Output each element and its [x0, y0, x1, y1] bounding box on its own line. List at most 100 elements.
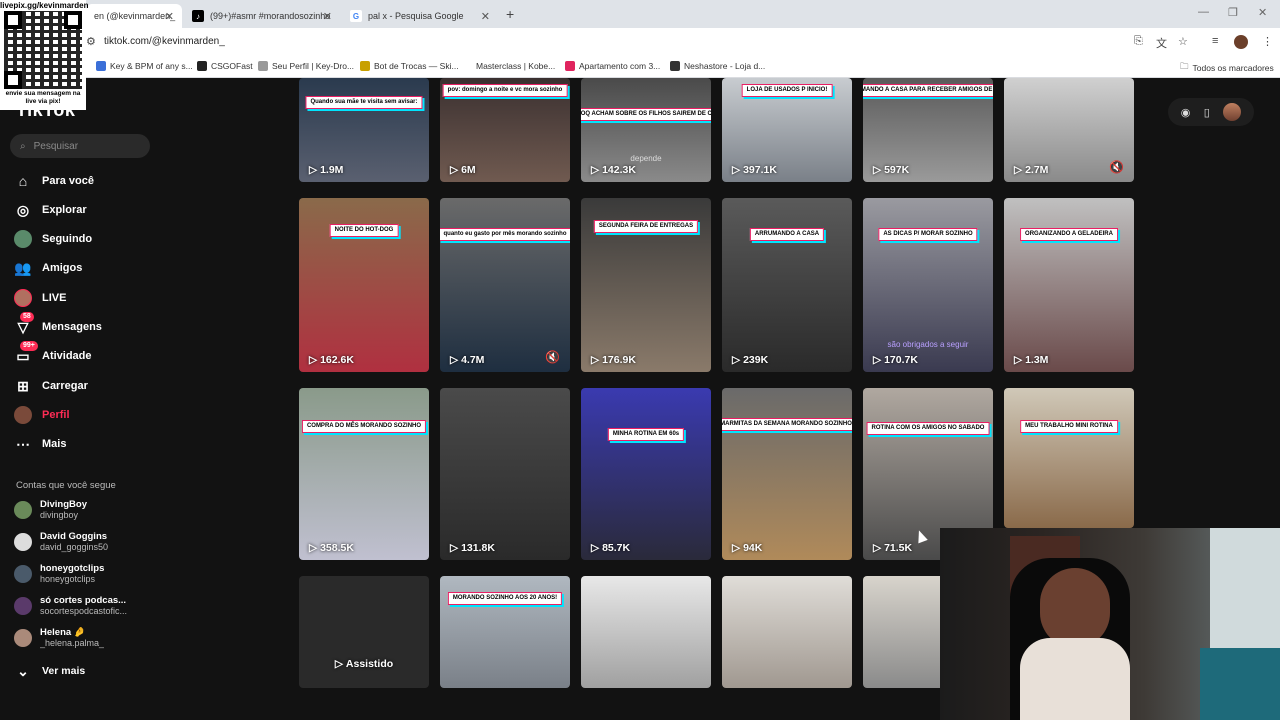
view-count: ▷ 71.5K [873, 542, 913, 554]
view-count: ▷ 2.7M [1014, 164, 1049, 176]
friends-icon: 👥 [14, 259, 32, 276]
nav-atividade[interactable]: ▭ 99+ Atividade [14, 341, 154, 365]
video-caption: MEU TRABALHO MINI ROTINA [1020, 420, 1118, 433]
video-tile[interactable]: MINHA ROTINA EM 60s ▷ 85.7K [581, 388, 711, 560]
site-info-icon[interactable]: ⚙ [86, 35, 96, 48]
play-icon: ▷ [732, 164, 741, 176]
mute-icon[interactable]: 🔇 [545, 350, 560, 364]
nav-para-voce[interactable]: ⌂ Para você [14, 172, 154, 190]
video-tile[interactable]: ▷ Assistido [299, 576, 429, 688]
account-item[interactable]: honeygotclips honeygotclips [14, 563, 154, 585]
bookmark[interactable]: Bot de Trocas — Ski... [360, 61, 459, 71]
play-icon: ▷ [309, 542, 318, 554]
qr-caption: envie sua mensagem na live via pix! [5, 90, 81, 105]
video-tile[interactable]: PAIS, OQ ACHAM SOBRE OS FILHOS SAIREM DE… [581, 78, 711, 182]
browser-profile-avatar[interactable] [1234, 35, 1248, 49]
cast-icon[interactable]: ⎘ [1134, 35, 1143, 48]
messages-badge: 58 [20, 312, 34, 322]
nav-seguindo[interactable]: Seguindo [14, 230, 154, 248]
search-input[interactable]: ⌕ Pesquisar [10, 134, 150, 158]
bookmark[interactable]: CSGOFast [197, 61, 253, 71]
bookmark[interactable]: Apartamento com 3... [565, 61, 660, 71]
bookmark[interactable]: Key & BPM of any s... [96, 61, 193, 71]
view-count: ▷ 176.9K [591, 354, 636, 366]
nav-live[interactable]: LIVE [14, 289, 154, 307]
video-tile[interactable] [722, 576, 852, 688]
browser-tab-asmr[interactable]: ♪ (99+)#asmr #morandosozinho ✕ [184, 4, 340, 28]
nav-mais[interactable]: ⋯ Mais [14, 435, 154, 453]
tiktok-top-icons: ◉ ▯ [1168, 98, 1254, 126]
account-item[interactable]: David Goggins david_goggins50 [14, 531, 154, 553]
url-field[interactable]: tiktok.com/@kevinmarden_ [104, 36, 225, 47]
video-tile[interactable]: quanto eu gasto por mês morando sozinho … [440, 198, 570, 372]
activity-icon: ▭ 99+ [14, 341, 38, 365]
video-tile[interactable]: LOJA DE USADOS P INICIO! ▷ 397.1K [722, 78, 852, 182]
video-caption: PAIS, OQ ACHAM SOBRE OS FILHOS SAIREM DE… [581, 108, 711, 121]
close-icon[interactable]: ✕ [481, 10, 490, 23]
video-tile[interactable]: ▷ 2.7M 🔇 [1004, 78, 1134, 182]
restore-icon[interactable]: ❐ [1228, 6, 1238, 19]
close-icon[interactable]: ✕ [165, 10, 174, 23]
menu-dots-icon[interactable]: ⋮ [1262, 35, 1273, 48]
bookmark[interactable]: Neshastore - Loja d... [670, 61, 765, 71]
webcam-overlay [940, 528, 1280, 720]
play-icon: ▷ [450, 354, 459, 366]
account-item[interactable]: só cortes podcas... socortespodcastofic..… [14, 595, 154, 617]
bookmark-icon [258, 61, 268, 71]
play-icon: ▷ [1014, 164, 1023, 176]
qr-url: livepix.gg/kevinmarden [0, 1, 89, 10]
star-icon[interactable]: ☆ [1178, 35, 1188, 48]
translate-icon[interactable]: 文 [1156, 35, 1167, 51]
play-icon: ▷ [873, 164, 882, 176]
view-count: ▷ 94K [732, 542, 763, 554]
account-item[interactable]: DivingBoy divingboy [14, 499, 154, 521]
video-tile[interactable]: SEGUNDA FEIRA DE ENTREGAS ▷ 176.9K [581, 198, 711, 372]
minimize-icon[interactable]: — [1198, 6, 1209, 18]
play-icon: ▷ [309, 354, 318, 366]
tab-title: pal x - Pesquisa Google [368, 11, 464, 21]
nav-carregar[interactable]: ⊞ Carregar [14, 377, 154, 395]
bookmark[interactable]: Seu Perfil | Key-Dro... [258, 61, 354, 71]
video-tile[interactable]: ▷ 131.8K [440, 388, 570, 560]
watched-label: ▷ Assistido [334, 658, 394, 670]
account-item[interactable]: Helena 🤌 _helena.palma_ [14, 627, 154, 649]
bookmark[interactable]: Masterclass | Kobe... [476, 61, 555, 71]
media-icon[interactable]: ≡ [1212, 35, 1218, 47]
video-tile[interactable]: Quando sua mãe te visita sem avisar: ▷ 1.… [299, 78, 429, 182]
video-tile[interactable]: NOITE DO HOT-DOG ▷ 162.6K [299, 198, 429, 372]
nav-amigos[interactable]: 👥 Amigos [14, 259, 154, 277]
video-tile[interactable]: pov: domingo a noite e vc mora sozinho ▷… [440, 78, 570, 182]
video-caption: ARRUMANDO A CASA PARA RECEBER AMIGOS DE … [863, 84, 993, 97]
view-count: ▷ 131.8K [450, 542, 495, 554]
new-tab-icon[interactable]: + [506, 6, 514, 22]
browser-tab-google[interactable]: G pal x - Pesquisa Google ✕ [342, 4, 498, 28]
nav-perfil[interactable]: Perfil [14, 406, 154, 424]
video-tile[interactable]: ARRUMANDO A CASA PARA RECEBER AMIGOS DE … [863, 78, 993, 182]
video-caption: ROTINA COM OS AMIGOS NO SABADO [866, 422, 990, 435]
see-more-accounts[interactable]: ⌄ Ver mais [14, 662, 154, 680]
close-window-icon[interactable]: ✕ [1258, 6, 1267, 19]
person-shirt [1020, 638, 1130, 720]
coins-icon[interactable]: ◉ [1181, 106, 1191, 119]
nav-mensagens[interactable]: ▽ 58 Mensagens [14, 312, 154, 336]
video-caption: ARRUMANDO A CASA [749, 228, 825, 241]
video-tile[interactable]: MEU TRABALHO MINI ROTINA [1004, 388, 1134, 528]
mute-icon[interactable]: 🔇 [1109, 160, 1124, 174]
search-icon: ⌕ [20, 140, 26, 152]
video-tile[interactable]: AS DICAS P/ MORAR SOZINHO são obrigados … [863, 198, 993, 372]
video-tile[interactable]: MARMITAS DA SEMANA MORANDO SOZINHO! ▷ 94K [722, 388, 852, 560]
video-tile[interactable]: MORANDO SOZINHO AOS 20 ANOS! [440, 576, 570, 688]
view-count: ▷ 142.3K [591, 164, 636, 176]
browser-tab-tiktok[interactable]: en (@kevinmarden_ ✕ [86, 4, 182, 28]
nav-explorar[interactable]: ◎ Explorar [14, 201, 154, 219]
video-tile[interactable] [581, 576, 711, 688]
search-placeholder: Pesquisar [33, 140, 79, 152]
view-count: ▷ 170.7K [873, 354, 918, 366]
close-icon[interactable]: ✕ [323, 10, 332, 23]
all-bookmarks[interactable]: 🗀 Todos os marcadores [1180, 61, 1274, 75]
video-tile[interactable]: COMPRA DO MÊS MORANDO SOZINHO ▷ 358.5K [299, 388, 429, 560]
device-icon[interactable]: ▯ [1204, 106, 1210, 119]
user-avatar[interactable] [1223, 103, 1242, 121]
video-tile[interactable]: ORGANIZANDO A GELADEIRA ▷ 1.3M [1004, 198, 1134, 372]
video-tile[interactable]: ARRUMANDO A CASA ▷ 239K [722, 198, 852, 372]
